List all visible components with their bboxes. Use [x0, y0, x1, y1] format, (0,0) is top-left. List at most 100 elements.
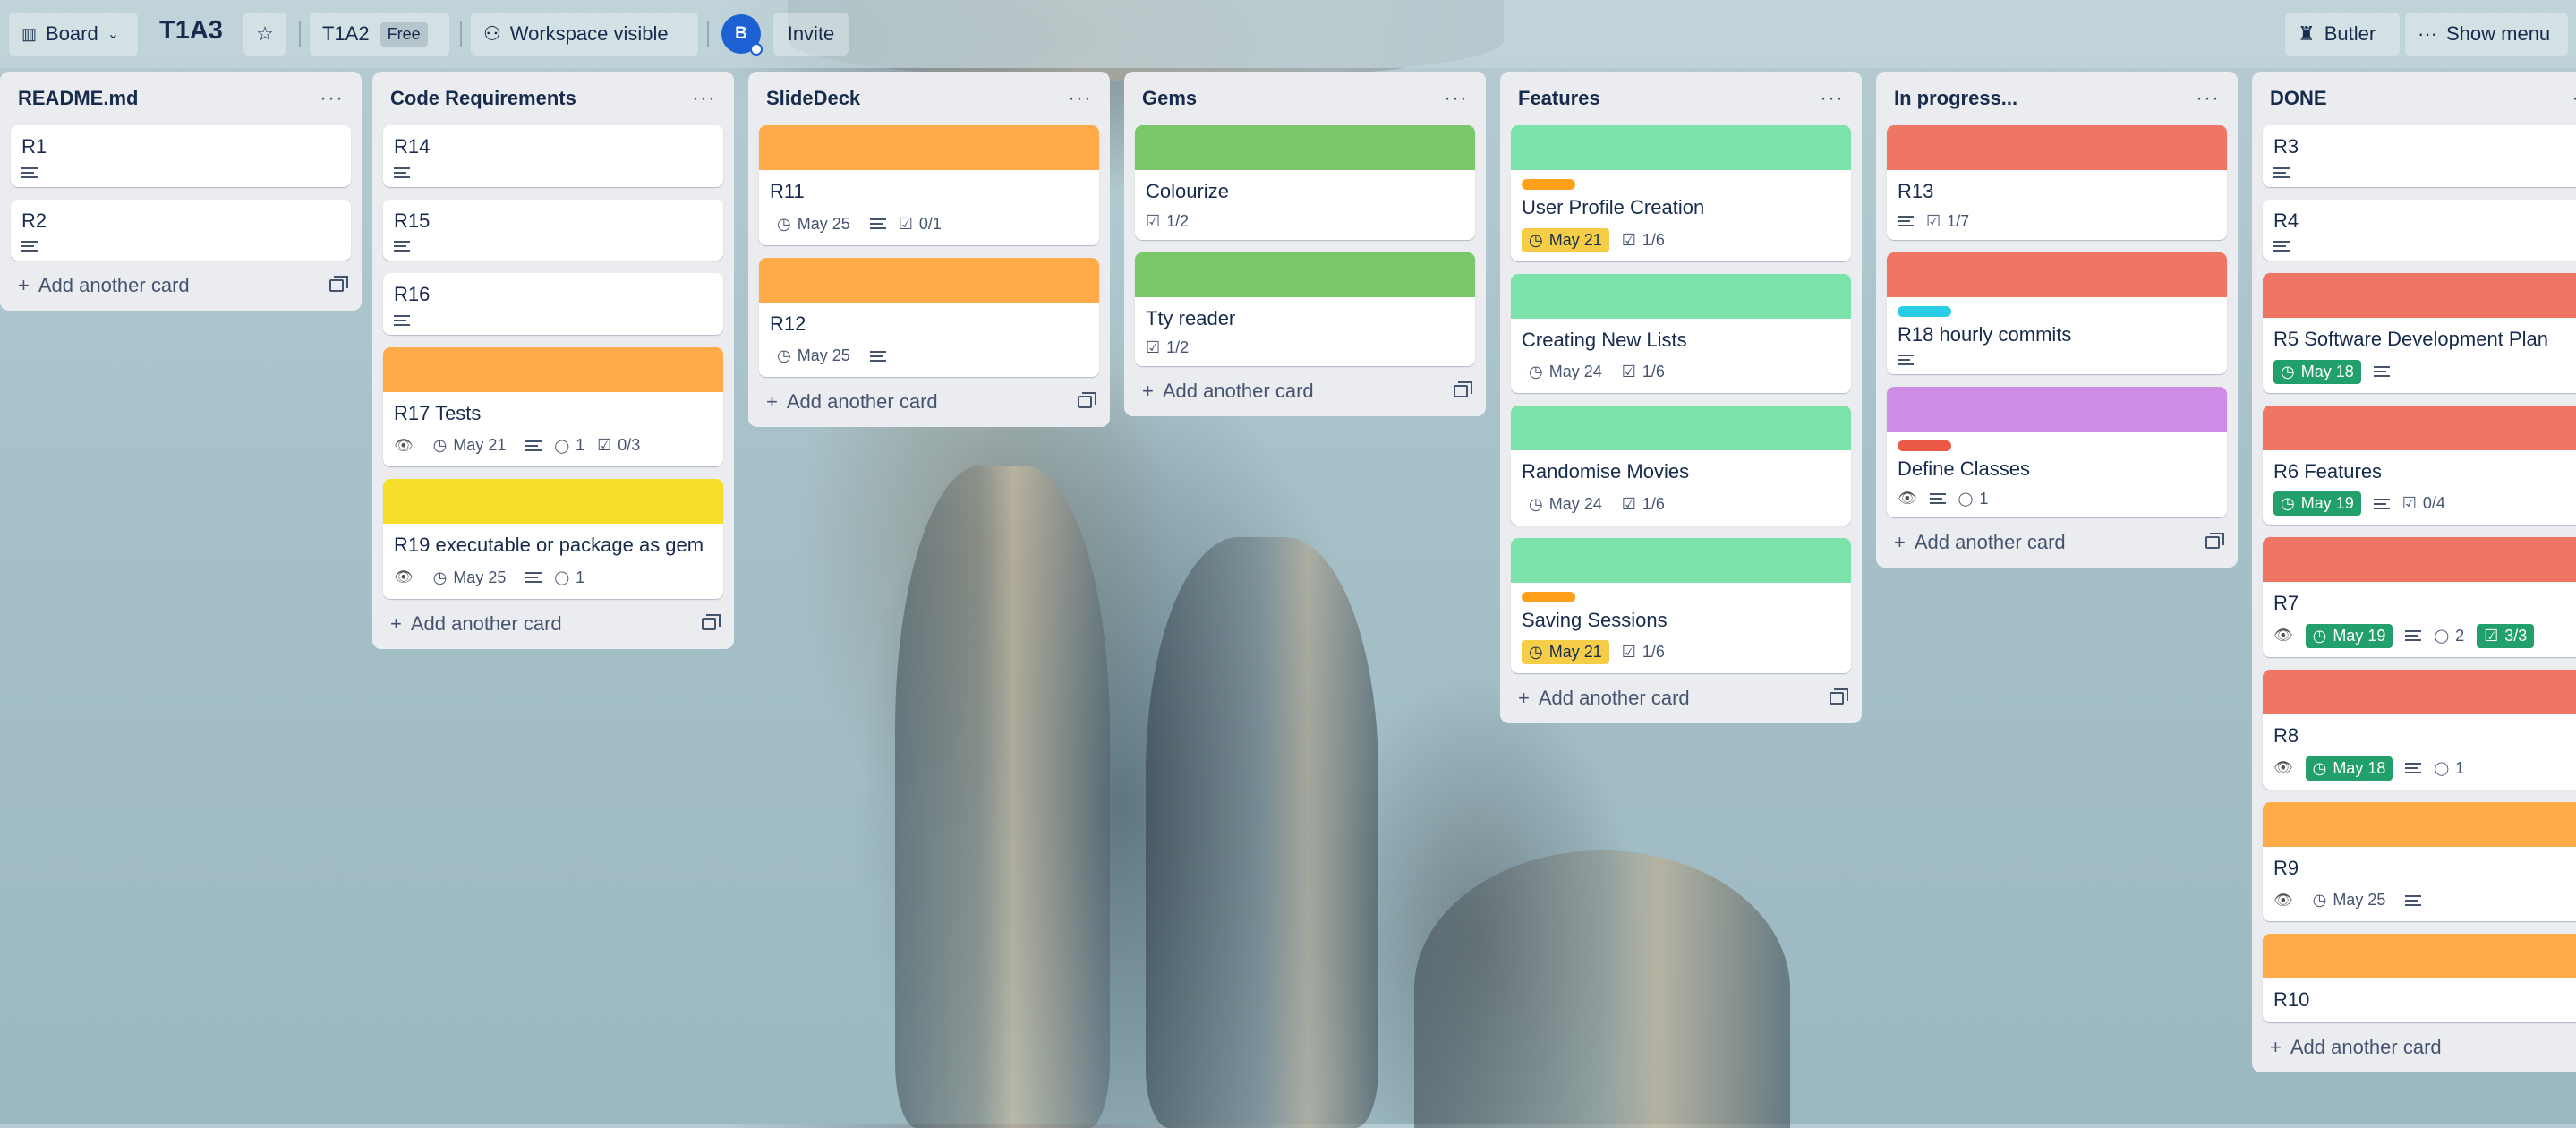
card-label[interactable]: [1522, 179, 1575, 190]
card[interactable]: Randomise Movies ◷ May 24 ☑ 1/6: [1511, 406, 1851, 526]
comment-icon: ◯: [1958, 491, 1974, 508]
chevron-down-icon: ⌄: [107, 27, 120, 42]
add-card-label: Add another card: [1914, 530, 2066, 553]
card[interactable]: Define Classes 👁 ◯ 1: [1887, 387, 2227, 517]
card-cover: [2263, 537, 2576, 583]
add-card-action[interactable]: + Add another card: [1518, 687, 1690, 710]
add-card-action[interactable]: + Add another card: [1894, 531, 2066, 554]
card[interactable]: Saving Sessions ◷ May 21 ☑ 1/6: [1511, 537, 1851, 674]
list-title[interactable]: README.md: [18, 87, 138, 110]
list-menu-icon[interactable]: ···: [1068, 86, 1092, 111]
card-title: R10: [2273, 988, 2310, 1012]
workspace-button[interactable]: T1A2 Free: [310, 13, 449, 56]
butler-button[interactable]: ♜ Butler: [2285, 13, 2400, 56]
card[interactable]: R7 👁 ◷ May 19 ◯ 2 ☑ 3/3: [2263, 537, 2576, 657]
card[interactable]: R15: [383, 199, 723, 261]
create-from-template-icon[interactable]: [1454, 381, 1472, 398]
due-date-badge[interactable]: ◷ May 18: [2273, 359, 2361, 384]
card[interactable]: R12 ◷ May 25: [759, 257, 1099, 378]
card[interactable]: R9 👁 ◷ May 25: [2263, 801, 2576, 922]
create-from-template-icon[interactable]: [2205, 532, 2224, 549]
due-date-badge[interactable]: ◷ May 21: [1522, 640, 1609, 665]
avatar[interactable]: B: [721, 14, 763, 56]
due-date-badge[interactable]: ◷ May 24: [1522, 360, 1609, 384]
card[interactable]: R17 Tests 👁 ◷ May 21 ◯ 1 ☑ 0/3: [383, 346, 723, 467]
card[interactable]: Colourize ☑ 1/2: [1135, 125, 1475, 240]
card[interactable]: R18 hourly commits: [1887, 252, 2227, 375]
description-icon: [21, 167, 38, 178]
add-card-button[interactable]: + Add another card: [2263, 1022, 2576, 1072]
list-title[interactable]: Gems: [1142, 87, 1197, 110]
card[interactable]: R14: [383, 125, 723, 187]
add-card-button[interactable]: + Add another card: [11, 261, 351, 311]
due-date-badge[interactable]: ◷ May 19: [2273, 491, 2361, 517]
card[interactable]: User Profile Creation ◷ May 21 ☑ 1/6: [1511, 125, 1851, 261]
add-card-action[interactable]: + Add another card: [1142, 380, 1314, 403]
list-title[interactable]: Code Requirements: [390, 87, 576, 110]
list-title[interactable]: SlideDeck: [766, 87, 860, 110]
card-label[interactable]: [1522, 591, 1575, 602]
list-menu-icon[interactable]: ···: [2196, 86, 2220, 111]
add-card-action[interactable]: + Add another card: [766, 390, 938, 414]
card-list: R11 ◷ May 25 ☑ 0/1 R12 ◷ May 25: [759, 125, 1099, 378]
create-from-template-icon[interactable]: [702, 613, 721, 630]
card[interactable]: R19 executable or package as gem 👁 ◷ May 25…: [383, 479, 723, 599]
add-card-action[interactable]: + Add another card: [18, 274, 190, 297]
card[interactable]: R2: [11, 199, 351, 261]
comments-badge: ◯ 1: [1958, 490, 1989, 508]
list-menu-icon[interactable]: ···: [1820, 86, 1844, 111]
card[interactable]: R1: [11, 125, 351, 187]
checklist-icon: ☑: [1621, 363, 1636, 381]
create-from-template-icon[interactable]: [329, 276, 348, 293]
card[interactable]: R4: [2263, 199, 2576, 261]
add-card-button[interactable]: + Add another card: [759, 377, 1099, 427]
add-card-action[interactable]: + Add another card: [390, 612, 562, 636]
card[interactable]: R3: [2263, 125, 2576, 187]
card[interactable]: R16: [383, 273, 723, 335]
card[interactable]: R8 👁 ◷ May 18 ◯ 1: [2263, 669, 2576, 790]
due-date-text: May 21: [1548, 643, 1602, 662]
card[interactable]: R11 ◷ May 25 ☑ 0/1: [759, 125, 1099, 245]
add-card-action[interactable]: + Add another card: [2270, 1036, 2442, 1059]
due-date-badge[interactable]: ◷ May 25: [2306, 888, 2393, 912]
add-card-button[interactable]: + Add another card: [383, 599, 723, 649]
list-menu-icon[interactable]: ···: [320, 86, 344, 111]
background-tower-left: [895, 466, 1110, 1128]
board-title[interactable]: T1A3: [159, 16, 223, 46]
list-title[interactable]: Features: [1518, 87, 1600, 110]
list-menu-icon[interactable]: ···: [2572, 86, 2576, 111]
add-card-button[interactable]: + Add another card: [1511, 673, 1851, 723]
show-menu-button[interactable]: ··· Show menu: [2405, 13, 2568, 56]
star-board-button[interactable]: ☆: [243, 13, 286, 56]
card[interactable]: R13 ☑ 1/7: [1887, 125, 2227, 240]
due-date-badge[interactable]: ◷ May 25: [426, 566, 514, 590]
visibility-button[interactable]: ⚇ Workspace visible: [471, 13, 698, 56]
list-menu-icon[interactable]: ···: [692, 86, 716, 111]
list-title[interactable]: DONE: [2270, 87, 2327, 110]
card[interactable]: Tty reader ☑ 1/2: [1135, 252, 1475, 367]
add-card-button[interactable]: + Add another card: [1887, 517, 2227, 568]
due-date-badge[interactable]: ◷ May 25: [770, 212, 857, 236]
comment-count: 1: [2455, 758, 2465, 777]
board-view-switcher[interactable]: ▥ Board ⌄: [9, 13, 138, 56]
due-date-badge[interactable]: ◷ May 25: [770, 344, 857, 368]
list-title[interactable]: In progress...: [1894, 87, 2017, 110]
due-date-badge[interactable]: ◷ May 19: [2305, 623, 2393, 648]
create-from-template-icon[interactable]: [1830, 688, 1848, 705]
card[interactable]: R5 Software Development Plan ◷ May 18: [2263, 273, 2576, 393]
card[interactable]: R10: [2263, 934, 2576, 1022]
card[interactable]: Creating New Lists ◷ May 24 ☑ 1/6: [1511, 273, 1851, 394]
card[interactable]: R6 Features ◷ May 19 ☑ 0/4: [2263, 405, 2576, 526]
due-date-badge[interactable]: ◷ May 24: [1522, 492, 1609, 517]
add-card-button[interactable]: + Add another card: [1135, 366, 1475, 416]
card-badges: ◷ May 24 ☑ 1/6: [1522, 492, 1840, 517]
card-body: R7 👁 ◷ May 19 ◯ 2 ☑ 3/3: [2263, 582, 2576, 657]
create-from-template-icon[interactable]: [1078, 392, 1096, 409]
due-date-badge[interactable]: ◷ May 18: [2305, 756, 2393, 781]
card-label[interactable]: [1898, 305, 1951, 317]
list-menu-icon[interactable]: ···: [1444, 86, 1468, 111]
card-label[interactable]: [1898, 440, 1951, 452]
invite-button[interactable]: Invite: [773, 13, 849, 56]
due-date-badge[interactable]: ◷ May 21: [426, 433, 514, 457]
due-date-badge[interactable]: ◷ May 21: [1522, 227, 1609, 252]
